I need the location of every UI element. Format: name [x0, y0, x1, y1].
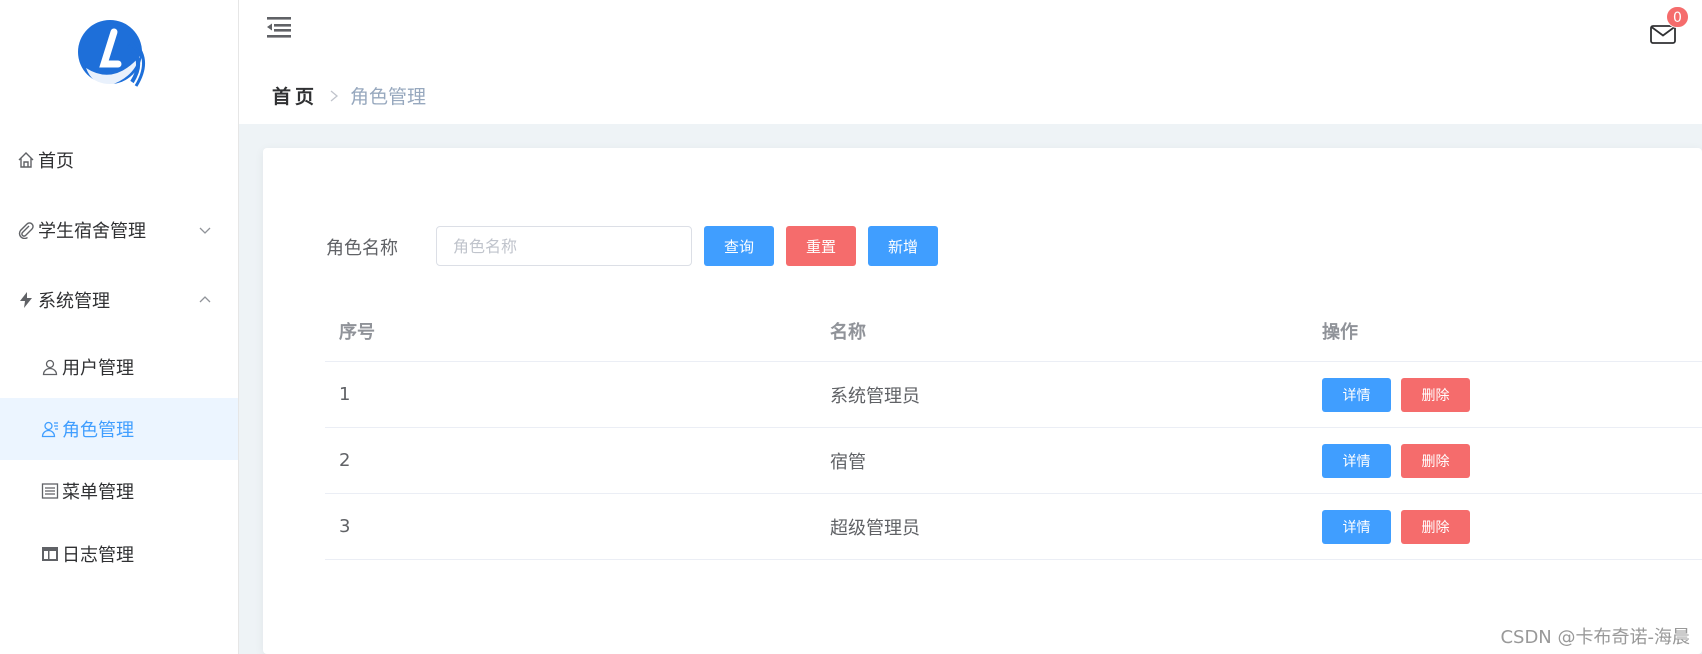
- list-icon: [40, 481, 60, 501]
- sidebar: 首页 学生宿舍管理 系统管理 用户管理 角色管理 菜单管理 日志管理: [0, 0, 239, 654]
- sidebar-item-label: 角色管理: [62, 420, 134, 441]
- row-name: 超级管理员: [830, 517, 920, 539]
- sidebar-item-label: 用户管理: [62, 358, 134, 379]
- column-header-actions: 操作: [1322, 321, 1358, 343]
- row-index: 1: [339, 384, 351, 405]
- column-header-index: 序号: [339, 321, 375, 343]
- row-index: 2: [339, 450, 351, 471]
- chevron-up-icon: [199, 296, 211, 303]
- top-header: 首页 角色管理 0: [239, 0, 1702, 124]
- add-button[interactable]: 新增: [868, 226, 938, 266]
- notification-badge: 0: [1666, 6, 1689, 28]
- delete-button[interactable]: 删除: [1401, 509, 1470, 544]
- table-row: 3 超级管理员 详情 删除: [325, 494, 1702, 560]
- reset-button[interactable]: 重置: [786, 226, 856, 266]
- sidebar-item-roles[interactable]: 角色管理: [0, 398, 238, 460]
- column-header-name: 名称: [830, 321, 866, 343]
- row-actions: 详情 删除: [1322, 494, 1480, 559]
- sidebar-item-label: 系统管理: [38, 291, 110, 312]
- delete-button[interactable]: 删除: [1401, 443, 1470, 478]
- main-content: 角色名称 查询 重置 新增 序号 名称 操作 1 系统管理员 详情 删除 2 宿…: [239, 124, 1702, 654]
- row-name: 宿管: [830, 451, 866, 473]
- lightning-icon: [16, 290, 36, 310]
- table-row: 1 系统管理员 详情 删除: [325, 362, 1702, 428]
- breadcrumb-current: 角色管理: [350, 86, 427, 108]
- user-icon: [40, 357, 60, 377]
- table-icon: [40, 544, 60, 564]
- row-actions: 详情 删除: [1322, 362, 1480, 427]
- logo-icon: [78, 20, 145, 87]
- sidebar-item-menus[interactable]: 菜单管理: [0, 460, 238, 522]
- delete-button[interactable]: 删除: [1401, 377, 1470, 412]
- content-card: 角色名称 查询 重置 新增 序号 名称 操作 1 系统管理员 详情 删除 2 宿…: [263, 148, 1702, 654]
- chevron-right-icon: [330, 90, 339, 101]
- role-name-input[interactable]: [436, 226, 692, 266]
- row-name: 系统管理员: [830, 385, 920, 407]
- menu-fold-icon[interactable]: [267, 16, 291, 38]
- sidebar-item-system[interactable]: 系统管理: [0, 269, 238, 331]
- watermark: CSDN @卡布奇诺-海晨: [1500, 627, 1690, 648]
- sidebar-item-users[interactable]: 用户管理: [0, 336, 238, 398]
- sidebar-item-label: 学生宿舍管理: [38, 221, 146, 242]
- user-role-icon: [40, 419, 60, 439]
- query-button[interactable]: 查询: [704, 226, 774, 266]
- row-actions: 详情 删除: [1322, 428, 1480, 493]
- sidebar-item-dorm[interactable]: 学生宿舍管理: [0, 199, 238, 261]
- detail-button[interactable]: 详情: [1322, 443, 1391, 478]
- sidebar-item-label: 首页: [38, 151, 74, 172]
- row-index: 3: [339, 516, 351, 537]
- breadcrumb: 首页 角色管理: [272, 82, 426, 109]
- role-name-label: 角色名称: [326, 238, 398, 259]
- breadcrumb-home[interactable]: 首页: [272, 82, 318, 109]
- roles-table: 序号 名称 操作 1 系统管理员 详情 删除 2 宿管 详情 删除 3 超级管理…: [325, 300, 1702, 560]
- sidebar-item-label: 菜单管理: [62, 482, 134, 503]
- table-header: 序号 名称 操作: [325, 300, 1702, 362]
- paperclip-icon: [16, 220, 36, 240]
- sidebar-item-home[interactable]: 首页: [0, 129, 238, 191]
- table-row: 2 宿管 详情 删除: [325, 428, 1702, 494]
- sidebar-item-logs[interactable]: 日志管理: [0, 523, 238, 585]
- detail-button[interactable]: 详情: [1322, 377, 1391, 412]
- detail-button[interactable]: 详情: [1322, 509, 1391, 544]
- home-icon: [16, 150, 36, 170]
- sidebar-item-label: 日志管理: [62, 545, 134, 566]
- chevron-down-icon: [199, 227, 211, 234]
